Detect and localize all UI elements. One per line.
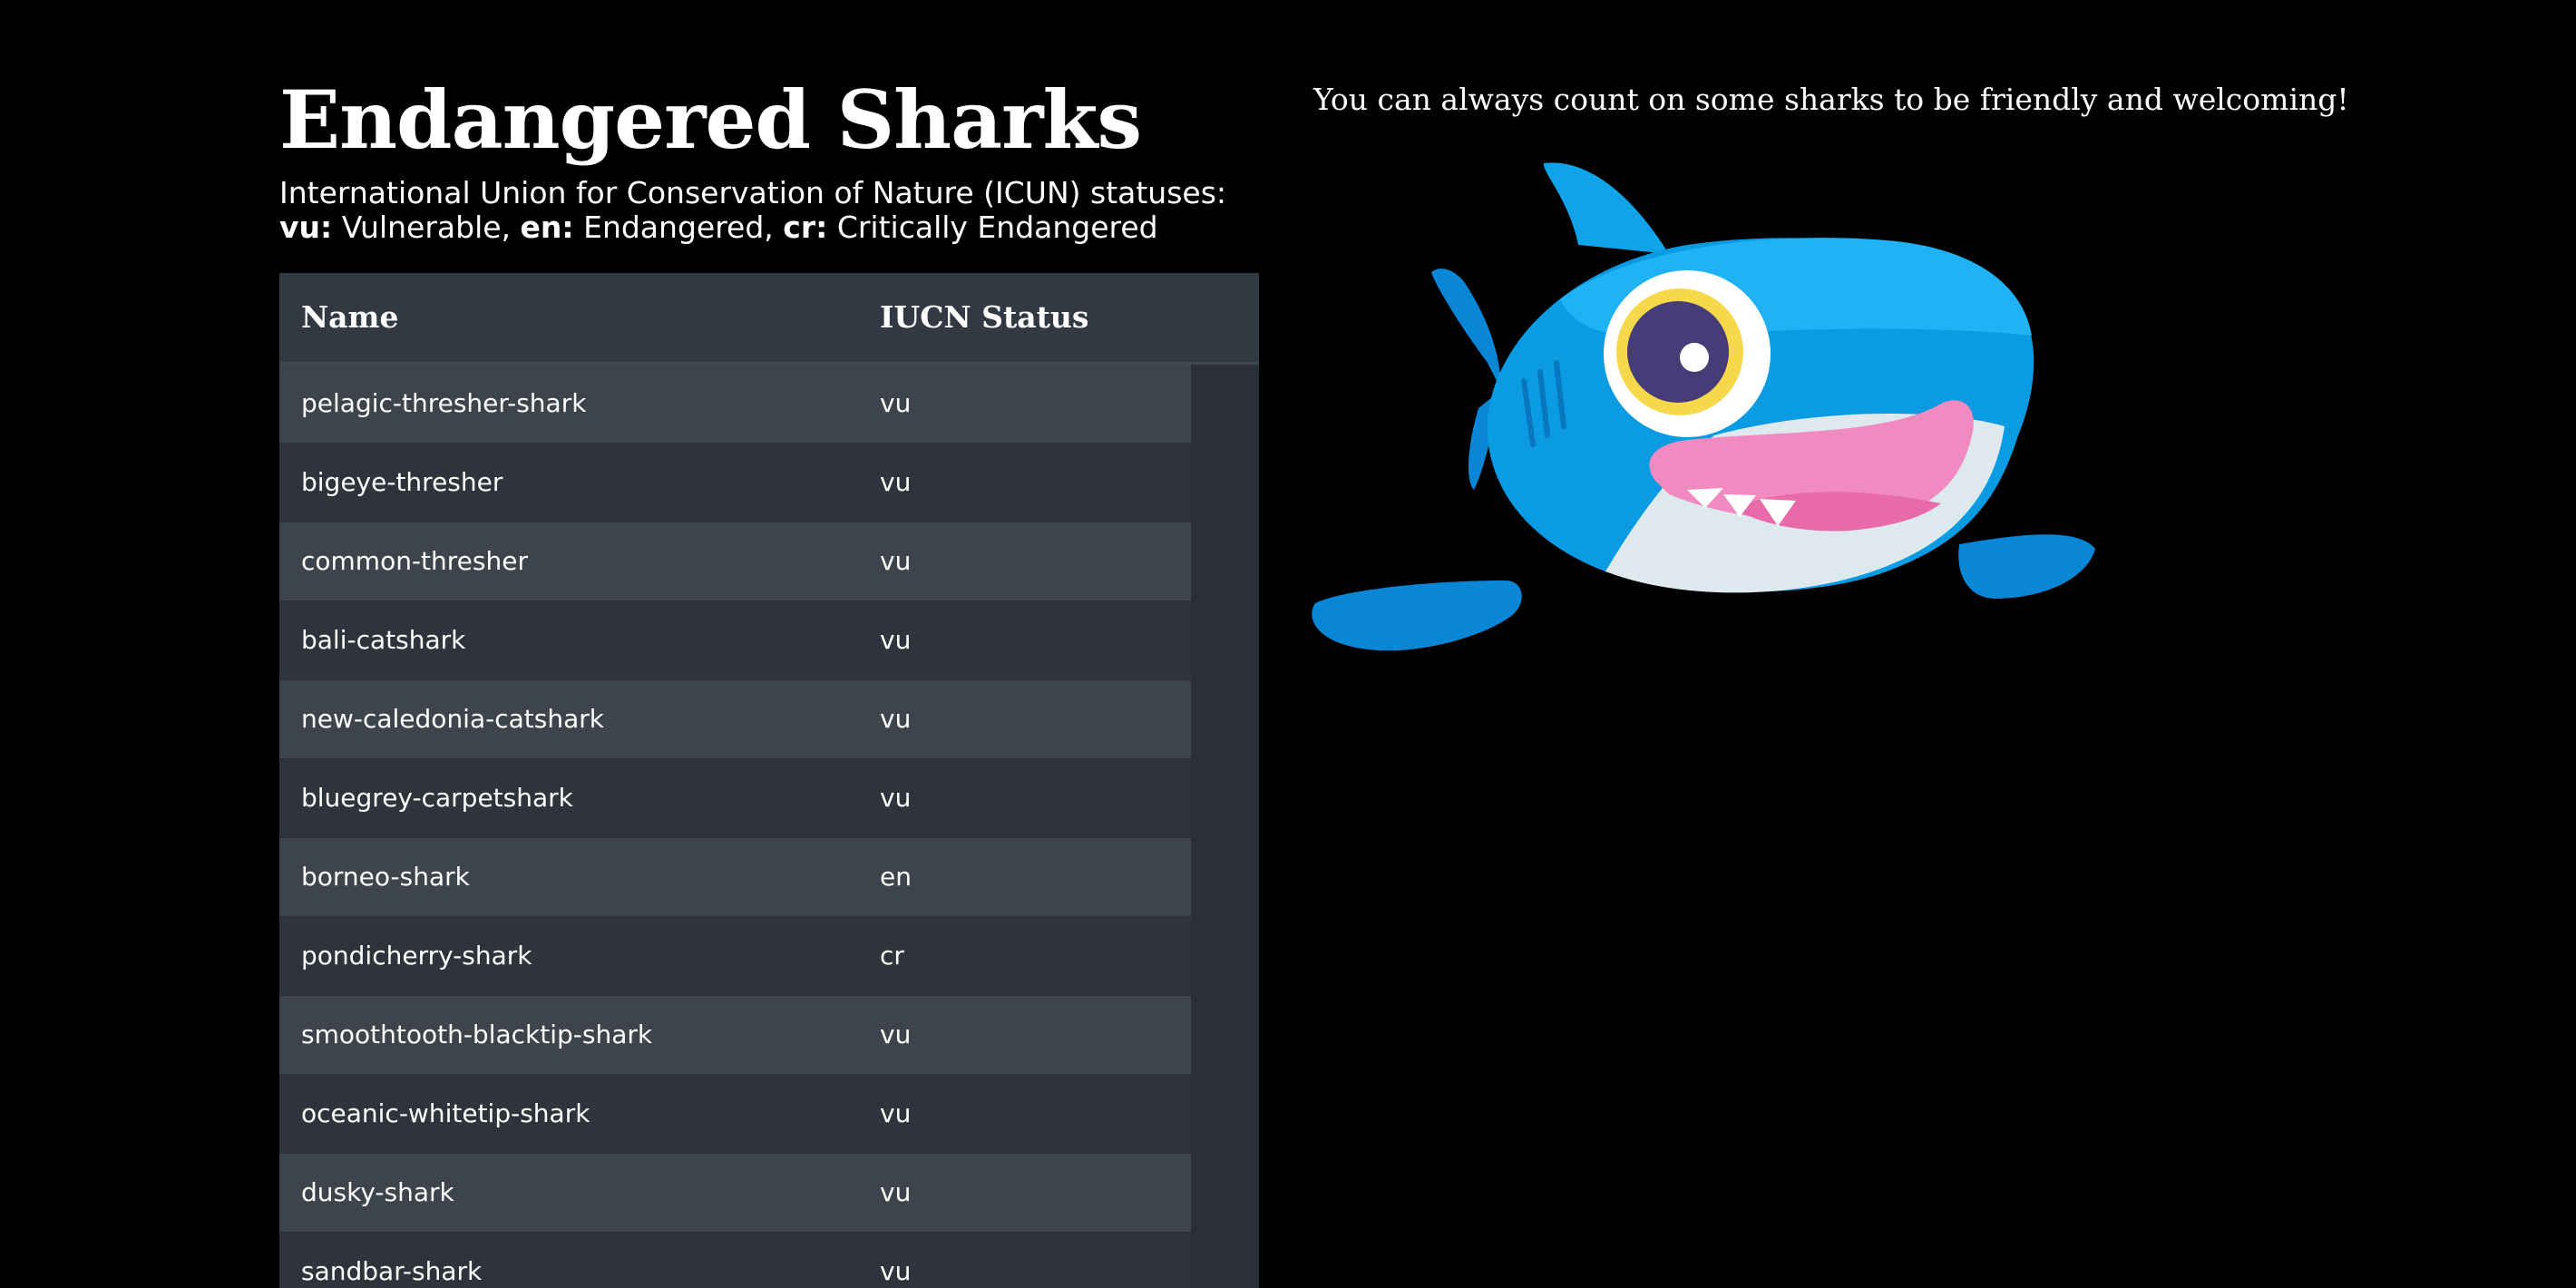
status-cell: vu: [880, 1020, 912, 1049]
status-cell: cr: [880, 941, 904, 971]
table-row: bigeye-thresher vu: [279, 444, 1191, 522]
shark-name-cell: bluegrey-carpetshark: [301, 783, 573, 813]
status-cell: vu: [880, 625, 912, 655]
status-cell: vu: [880, 1177, 912, 1207]
legend-meaning-en: Endangered,: [573, 210, 784, 245]
sharks-table[interactable]: Name IUCN Status pelagic-thresher-shark v…: [279, 273, 1259, 1288]
table-row: common-thresher vu: [279, 522, 1191, 601]
table-row: sandbar-shark vu: [279, 1233, 1191, 1288]
shark-name-cell: borneo-shark: [301, 862, 470, 892]
shark-tail-upper: [1431, 268, 1501, 390]
shark-pectoral-fin-right: [1958, 534, 2095, 599]
table-row: bali-catshark vu: [279, 601, 1191, 680]
shark-name-cell: oceanic-whitetip-shark: [301, 1098, 590, 1128]
shark-name-cell: smoothtooth-blacktip-shark: [301, 1020, 653, 1049]
status-cell: en: [880, 862, 912, 892]
table-row: pondicherry-shark cr: [279, 917, 1191, 996]
shark-pectoral-fin-left: [1312, 581, 1522, 651]
shark-name-cell: bigeye-thresher: [301, 467, 503, 497]
legend-meaning-cr: Critically Endangered: [827, 210, 1158, 245]
shark-eye-highlight: [1680, 343, 1709, 372]
status-cell: vu: [880, 783, 912, 813]
iucn-status-legend: International Union for Conservation of …: [279, 176, 1226, 245]
status-cell: vu: [880, 467, 912, 497]
shark-name-cell: sandbar-shark: [301, 1256, 483, 1286]
status-cell: vu: [880, 1098, 912, 1128]
column-header-status: IUCN Status: [880, 299, 1089, 335]
table-body: pelagic-thresher-shark vu bigeye-thresher…: [279, 365, 1259, 1288]
shark-name-cell: pelagic-thresher-shark: [301, 388, 587, 418]
status-cell: vu: [880, 546, 912, 576]
shark-caption: You can always count on some sharks to b…: [1313, 82, 2349, 117]
status-cell: vu: [880, 388, 912, 418]
legend-codes: vu: Vulnerable, en: Endangered, cr: Crit…: [279, 210, 1226, 245]
shark-name-cell: bali-catshark: [301, 625, 466, 655]
table-row: borneo-shark en: [279, 838, 1191, 917]
shark-name-cell: pondicherry-shark: [301, 941, 532, 971]
shark-eye-pupil: [1627, 301, 1729, 403]
table-header: Name IUCN Status: [279, 273, 1259, 365]
shark-name-cell: new-caledonia-catshark: [301, 704, 604, 734]
cartoon-shark-icon: [1312, 162, 2095, 651]
legend-intro: International Union for Conservation of …: [279, 175, 1227, 210]
table-row: pelagic-thresher-shark vu: [279, 365, 1191, 444]
legend-code-vu: vu:: [279, 210, 333, 245]
legend-meaning-vu: Vulnerable,: [332, 210, 521, 245]
table-row: bluegrey-carpetshark vu: [279, 759, 1191, 838]
table-row: smoothtooth-blacktip-shark vu: [279, 996, 1191, 1075]
shark-name-cell: dusky-shark: [301, 1177, 454, 1207]
table-row: oceanic-whitetip-shark vu: [279, 1075, 1191, 1154]
status-cell: vu: [880, 1256, 912, 1286]
shark-name-cell: common-thresher: [301, 546, 528, 576]
shark-dorsal-fin: [1543, 162, 1669, 254]
column-header-name: Name: [301, 299, 399, 335]
page-title: Endangered Sharks: [279, 73, 1142, 167]
table-row: new-caledonia-catshark vu: [279, 680, 1191, 759]
legend-code-cr: cr:: [783, 210, 828, 245]
status-cell: vu: [880, 704, 912, 734]
table-row: dusky-shark vu: [279, 1154, 1191, 1233]
legend-code-en: en:: [520, 210, 574, 245]
